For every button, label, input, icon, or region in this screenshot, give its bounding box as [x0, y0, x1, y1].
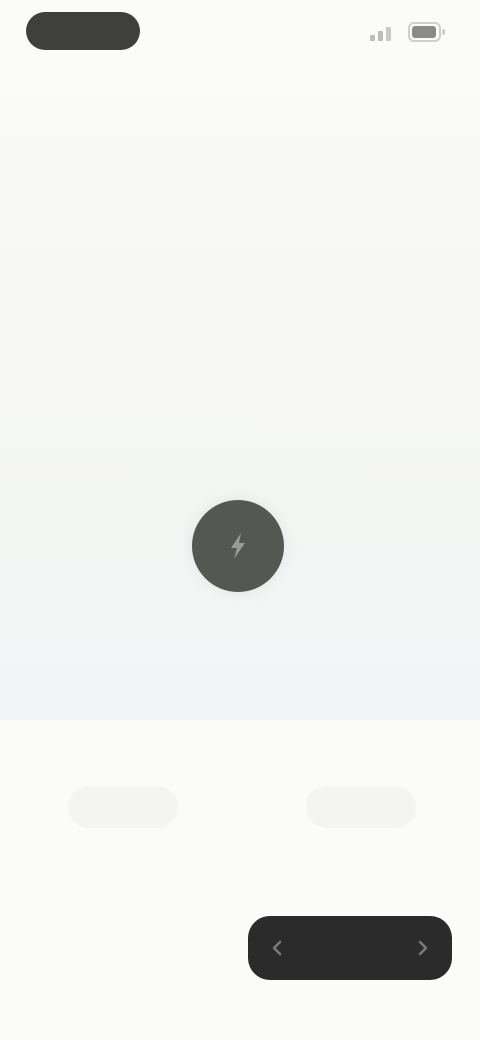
status-time-pill: [26, 12, 140, 50]
primary-action-button[interactable]: [248, 916, 452, 980]
signal-icon: [368, 22, 398, 42]
option-left-toggle[interactable]: [68, 786, 178, 828]
camera-preview[interactable]: [0, 96, 480, 720]
battery-icon: [408, 21, 446, 43]
bolt-icon: [221, 529, 255, 563]
chevron-right-icon: [414, 939, 432, 957]
option-right-toggle[interactable]: [306, 786, 416, 828]
chevron-left-icon: [268, 939, 286, 957]
secondary-action-button[interactable]: [42, 928, 220, 970]
app-screen: [0, 0, 480, 1040]
record-button[interactable]: [192, 500, 284, 592]
status-icons: [368, 18, 446, 46]
